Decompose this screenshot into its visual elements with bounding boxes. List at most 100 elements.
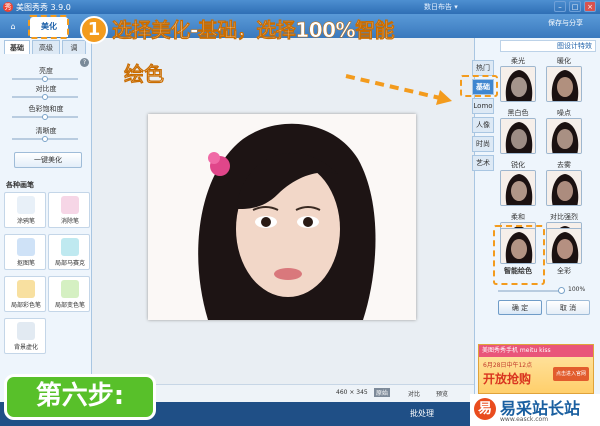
pen-doodle[interactable]: 涂鸦笔 bbox=[4, 192, 46, 228]
one-key-beautify-button[interactable]: 一键美化 bbox=[14, 152, 82, 168]
effects-link[interactable]: 图设计特效 bbox=[500, 40, 596, 52]
ad-title: 美图秀秀手机 meitu kiss bbox=[479, 345, 593, 357]
slider-knob[interactable] bbox=[42, 94, 48, 100]
vtab-art[interactable]: 艺术 bbox=[472, 155, 494, 171]
opacity-value: 100% bbox=[568, 286, 586, 293]
pen-cutout[interactable]: 抠图笔 bbox=[4, 234, 46, 270]
step-number-badge: 1 bbox=[80, 16, 108, 44]
batch-button[interactable]: 批处理 bbox=[410, 408, 434, 419]
portrait-image bbox=[148, 114, 416, 320]
eraser-pen-icon bbox=[61, 196, 79, 214]
effect-label: 黑白色 bbox=[507, 109, 529, 117]
effect-dehaze[interactable]: 去雾 bbox=[544, 160, 584, 208]
effect-full-color[interactable]: 全彩 bbox=[544, 228, 584, 276]
minimize-icon[interactable]: – bbox=[554, 1, 566, 12]
highlight-beautify-tab bbox=[28, 15, 69, 39]
maximize-icon[interactable]: □ bbox=[569, 1, 581, 12]
slider-contrast[interactable] bbox=[12, 94, 78, 100]
annotation-text-line2: 绘色 bbox=[124, 62, 165, 87]
pen-mosaic[interactable]: 局部马赛克 bbox=[48, 234, 90, 270]
slider-knob[interactable] bbox=[42, 136, 48, 142]
pens-header: 各种画笔 bbox=[6, 181, 34, 189]
cutout-pen-icon bbox=[17, 238, 35, 256]
pen-label: 局部彩色笔 bbox=[10, 302, 41, 309]
pen-local-color[interactable]: 局部彩色笔 bbox=[4, 276, 46, 312]
effect-label: 柔光 bbox=[511, 57, 525, 65]
effect-noise[interactable]: 噪点 bbox=[544, 108, 584, 156]
left-panel: 基础 高级 调 ? 亮度 对比度 色彩饱和度 清晰度 一键美化 各种画笔 涂鸦笔… bbox=[0, 38, 92, 402]
mosaic-pen-icon bbox=[61, 238, 79, 256]
pen-label: 涂鸦笔 bbox=[16, 218, 35, 225]
vtab-portrait[interactable]: 人像 bbox=[472, 117, 494, 133]
slider-label-sharpness: 清晰度 bbox=[35, 127, 57, 135]
opacity-row: 100% bbox=[498, 286, 588, 296]
local-color-pen-icon bbox=[17, 280, 35, 298]
effect-label: 对比强烈 bbox=[550, 213, 578, 221]
subtab-adjust[interactable]: 调 bbox=[62, 40, 86, 54]
slider-knob[interactable] bbox=[42, 114, 48, 120]
compare-button[interactable]: 对比 bbox=[408, 389, 420, 398]
effect-thumbnail bbox=[500, 66, 536, 102]
effect-thumbnail bbox=[546, 118, 582, 154]
effect-thumbnail bbox=[546, 170, 582, 206]
title-bar: 秀 美图秀秀 3.9.0 数日布告 ▾ – □ × bbox=[0, 0, 600, 14]
photo-preview bbox=[148, 114, 416, 320]
app-logo-icon: 秀 bbox=[3, 2, 13, 12]
preview-button[interactable]: 预览 bbox=[436, 389, 448, 398]
subtab-basic[interactable]: 基础 bbox=[4, 40, 30, 54]
pen-label: 抠图笔 bbox=[16, 260, 35, 267]
effect-soft-light[interactable]: 柔光 bbox=[498, 56, 538, 104]
window-title: 美图秀秀 3.9.0 bbox=[16, 3, 71, 12]
vtab-lomo[interactable]: Lomo bbox=[472, 98, 494, 114]
ad-banner[interactable]: 美图秀秀手机 meitu kiss 6月28日中午12点 开放抢购 点击进入官网 bbox=[478, 344, 594, 394]
tab-home[interactable]: ⌂ bbox=[2, 17, 24, 37]
image-size: 460 × 345 bbox=[336, 389, 368, 396]
vtab-fashion[interactable]: 时尚 bbox=[472, 136, 494, 152]
slider-knob[interactable] bbox=[42, 76, 48, 82]
effect-label: 全彩 bbox=[557, 267, 571, 275]
pen-label: 局部马赛克 bbox=[54, 260, 85, 267]
close-icon[interactable]: × bbox=[584, 1, 596, 12]
effect-thumbnail bbox=[500, 118, 536, 154]
effect-thumbnail bbox=[546, 228, 582, 264]
effect-warm[interactable]: 暖化 bbox=[544, 56, 584, 104]
menu-dropdown[interactable]: 数日布告 ▾ bbox=[424, 2, 458, 12]
ad-headline: 开放抢购 bbox=[483, 372, 532, 386]
highlight-basic-tab bbox=[460, 75, 498, 97]
ad-subtitle: 6月28日中午12点 bbox=[483, 362, 533, 369]
site-watermark: 易 易采站长站 www.easck.com bbox=[470, 394, 600, 426]
pen-label: 背景虚化 bbox=[13, 344, 38, 351]
effect-sharpen[interactable]: 锐化 bbox=[498, 160, 538, 208]
slider-label-brightness: 亮度 bbox=[39, 67, 53, 75]
annotation-text-line1: 选择美化-基础，选择100%智能 bbox=[112, 18, 395, 43]
ad-enter-button[interactable]: 点击进入官网 bbox=[553, 367, 589, 381]
subtab-advanced[interactable]: 高级 bbox=[32, 40, 60, 54]
confirm-button[interactable]: 确 定 bbox=[498, 300, 542, 315]
pen-local-recolor[interactable]: 局部变色笔 bbox=[48, 276, 90, 312]
highlight-smart-color bbox=[493, 225, 545, 285]
watermark-logo-icon: 易 bbox=[474, 398, 496, 420]
cancel-button[interactable]: 取 消 bbox=[546, 300, 590, 315]
watermark-url: www.easck.com bbox=[500, 416, 549, 423]
effect-black-white[interactable]: 黑白色 bbox=[498, 108, 538, 156]
effect-label: 暖化 bbox=[557, 57, 571, 65]
pen-background-blur[interactable]: 背景虚化 bbox=[4, 318, 46, 354]
save-share-button[interactable]: 保存与分享 bbox=[548, 18, 598, 28]
vtab-hot[interactable]: 热门 bbox=[472, 60, 494, 76]
effect-label: 柔和 bbox=[511, 213, 525, 221]
pen-label: 消除笔 bbox=[60, 218, 79, 225]
slider-brightness[interactable] bbox=[12, 76, 78, 82]
slider-saturation[interactable] bbox=[12, 114, 78, 120]
step-label: 第六步: bbox=[4, 374, 156, 420]
zoom-badge[interactable]: 原始 bbox=[374, 388, 391, 397]
pen-label: 局部变色笔 bbox=[54, 302, 85, 309]
pen-eraser[interactable]: 消除笔 bbox=[48, 192, 90, 228]
opacity-slider[interactable] bbox=[498, 290, 564, 292]
dashed-arrow-icon bbox=[345, 74, 452, 105]
effect-label: 噪点 bbox=[557, 109, 571, 117]
opacity-knob[interactable] bbox=[558, 287, 565, 294]
effect-thumbnail bbox=[546, 66, 582, 102]
slider-sharpness[interactable] bbox=[12, 136, 78, 142]
local-recolor-pen-icon bbox=[61, 280, 79, 298]
slider-label-saturation: 色彩饱和度 bbox=[28, 105, 64, 113]
